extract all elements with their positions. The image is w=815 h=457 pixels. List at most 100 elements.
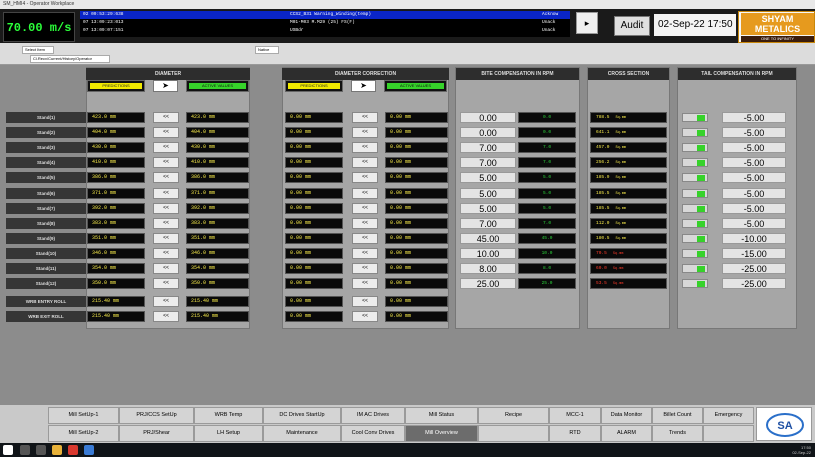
correction-transfer-button[interactable]: << bbox=[352, 278, 378, 290]
bite-setpoint-field[interactable]: 0.00 bbox=[460, 112, 516, 123]
diameter-transfer-button[interactable]: << bbox=[153, 172, 179, 184]
nav-button-mill-setup-1[interactable]: Mill SetUp-1 bbox=[48, 407, 119, 424]
nav-button-data-monitor[interactable]: Data Monitor bbox=[601, 407, 652, 424]
nav-button-prj-shear[interactable]: PRJ/Shear bbox=[119, 425, 194, 442]
correction-transfer-button[interactable]: << bbox=[352, 247, 378, 259]
diameter-transfer-button[interactable]: << bbox=[153, 278, 179, 290]
bite-setpoint-field[interactable]: 10.00 bbox=[460, 247, 516, 259]
wrb-exit-correction-transfer-button[interactable]: << bbox=[352, 311, 378, 322]
nav-button-emergency[interactable]: Emergency bbox=[703, 407, 754, 424]
browser-icon[interactable] bbox=[84, 445, 94, 455]
wrb-entry-transfer-button[interactable]: << bbox=[153, 296, 179, 307]
correction-transfer-button[interactable]: << bbox=[352, 263, 378, 274]
tail-compensation-field[interactable]: -5.00 bbox=[722, 217, 786, 229]
nav-button-trends[interactable]: Trends bbox=[652, 425, 703, 442]
tail-enable-toggle[interactable] bbox=[682, 188, 708, 198]
alarm-row[interactable]: 07 13:09:23:013 M01-M03 M.M29 (25) FS(F) U… bbox=[80, 19, 570, 27]
diameter-transfer-button[interactable]: << bbox=[153, 217, 179, 229]
tail-compensation-field[interactable]: -5.00 bbox=[722, 157, 786, 169]
nav-button-mill-status[interactable]: Mill Status bbox=[405, 407, 478, 424]
nav-button-empty[interactable] bbox=[703, 425, 754, 442]
correction-transfer-button[interactable]: << bbox=[352, 157, 378, 169]
nav-button-empty[interactable] bbox=[478, 425, 549, 442]
correction-transfer-button[interactable]: << bbox=[352, 112, 378, 123]
nav-button-alarm[interactable]: ALARM bbox=[601, 425, 652, 442]
tail-enable-toggle[interactable] bbox=[682, 143, 708, 153]
bite-setpoint-field[interactable]: 5.00 bbox=[460, 202, 516, 214]
nav-button-billet-count[interactable]: Billet Count bbox=[652, 407, 703, 424]
diameter-transfer-button[interactable]: << bbox=[153, 187, 179, 199]
tail-enable-toggle[interactable] bbox=[682, 128, 708, 138]
diameter-transfer-button[interactable]: << bbox=[153, 202, 179, 214]
task-view-icon[interactable] bbox=[36, 445, 46, 455]
diameter-transfer-button[interactable]: << bbox=[153, 127, 179, 139]
nav-button-im-ac-drives[interactable]: IM AC Drives bbox=[341, 407, 405, 424]
transfer-arrow-button[interactable]: ➤ bbox=[153, 80, 178, 92]
nav-button-mill-setup-2[interactable]: Mill SetUp-2 bbox=[48, 425, 119, 442]
tail-compensation-field[interactable]: -10.00 bbox=[722, 232, 786, 244]
nav-button-wrb-temp[interactable]: WRB Temp bbox=[194, 407, 263, 424]
tail-enable-toggle[interactable] bbox=[682, 264, 708, 273]
bite-setpoint-field[interactable]: 7.00 bbox=[460, 217, 516, 229]
select-item-field[interactable]: Select Item bbox=[22, 46, 54, 54]
nav-button-mcc-1[interactable]: MCC-1 bbox=[549, 407, 601, 424]
tail-compensation-field[interactable]: -15.00 bbox=[722, 247, 786, 259]
bite-setpoint-field[interactable]: 45.00 bbox=[460, 232, 516, 244]
tail-enable-toggle[interactable] bbox=[682, 279, 708, 289]
navigation-path-field[interactable]: Cl.Recv/Current/History/Operator bbox=[30, 55, 110, 63]
tail-compensation-field[interactable]: -5.00 bbox=[722, 112, 786, 123]
zoom-select[interactable]: Native bbox=[255, 46, 279, 54]
correction-transfer-button[interactable]: << bbox=[352, 172, 378, 184]
correction-transfer-button[interactable]: << bbox=[352, 232, 378, 244]
tail-enable-toggle[interactable] bbox=[682, 173, 708, 183]
nav-button-rtd[interactable]: RTD bbox=[549, 425, 601, 442]
alarm-expand-button[interactable]: ▸ bbox=[576, 12, 598, 34]
correction-transfer-button[interactable]: << bbox=[352, 142, 378, 154]
nav-button-cool-conv-drives[interactable]: Cool Conv Drives bbox=[341, 425, 405, 442]
correction-transfer-button[interactable]: << bbox=[352, 217, 378, 229]
start-icon[interactable] bbox=[3, 445, 13, 455]
bite-setpoint-field[interactable]: 0.00 bbox=[460, 127, 516, 139]
nav-button-dc-drives-startup[interactable]: DC Drives StartUp bbox=[263, 407, 341, 424]
correction-transfer-button[interactable]: << bbox=[352, 127, 378, 139]
app-icon[interactable] bbox=[68, 445, 78, 455]
correction-transfer-button[interactable]: << bbox=[352, 202, 378, 214]
folder-icon[interactable] bbox=[52, 445, 62, 455]
tail-enable-toggle[interactable] bbox=[682, 203, 708, 213]
tail-enable-toggle[interactable] bbox=[682, 218, 708, 228]
tail-compensation-field[interactable]: -5.00 bbox=[722, 142, 786, 154]
alarm-row[interactable]: 02 09:53:29:638 CCS2_B31 Warning_Winding(… bbox=[80, 11, 570, 19]
diameter-transfer-button[interactable]: << bbox=[153, 247, 179, 259]
tail-compensation-field[interactable]: -25.00 bbox=[722, 278, 786, 290]
tail-compensation-field[interactable]: -5.00 bbox=[722, 127, 786, 139]
tail-enable-toggle[interactable] bbox=[682, 158, 708, 168]
nav-button-maintenance[interactable]: Maintenance bbox=[263, 425, 341, 442]
nav-button-mill-overview[interactable]: Mill Overview bbox=[405, 425, 478, 442]
wrb-exit-transfer-button[interactable]: << bbox=[153, 311, 179, 322]
bite-setpoint-field[interactable]: 5.00 bbox=[460, 172, 516, 184]
audit-button[interactable]: Audit bbox=[614, 16, 650, 36]
bite-setpoint-field[interactable]: 7.00 bbox=[460, 157, 516, 169]
tail-enable-toggle[interactable] bbox=[682, 113, 708, 122]
wrb-entry-correction-transfer-button[interactable]: << bbox=[352, 296, 378, 307]
diameter-transfer-button[interactable]: << bbox=[153, 263, 179, 274]
nav-button-prj-ccs-setup[interactable]: PRJ/CCS SetUp bbox=[119, 407, 194, 424]
diameter-transfer-button[interactable]: << bbox=[153, 142, 179, 154]
correction-transfer-button[interactable]: << bbox=[352, 187, 378, 199]
alarm-row[interactable]: 07 13:09:07:151 USBdr Unack bbox=[80, 27, 570, 35]
tail-enable-toggle[interactable] bbox=[682, 233, 708, 243]
diameter-transfer-button[interactable]: << bbox=[153, 232, 179, 244]
tail-enable-toggle[interactable] bbox=[682, 248, 708, 258]
alarm-banner[interactable]: 02 09:53:29:638 CCS2_B31 Warning_Winding(… bbox=[80, 11, 570, 37]
tail-compensation-field[interactable]: -25.00 bbox=[722, 263, 786, 274]
bite-setpoint-field[interactable]: 5.00 bbox=[460, 187, 516, 199]
transfer-arrow-button[interactable]: ➤ bbox=[351, 80, 376, 92]
nav-button-recipe[interactable]: Recipe bbox=[478, 407, 549, 424]
tail-compensation-field[interactable]: -5.00 bbox=[722, 172, 786, 184]
search-icon[interactable] bbox=[20, 445, 30, 455]
diameter-transfer-button[interactable]: << bbox=[153, 157, 179, 169]
diameter-transfer-button[interactable]: << bbox=[153, 112, 179, 123]
tail-compensation-field[interactable]: -5.00 bbox=[722, 187, 786, 199]
bite-setpoint-field[interactable]: 25.00 bbox=[460, 278, 516, 290]
bite-setpoint-field[interactable]: 7.00 bbox=[460, 142, 516, 154]
